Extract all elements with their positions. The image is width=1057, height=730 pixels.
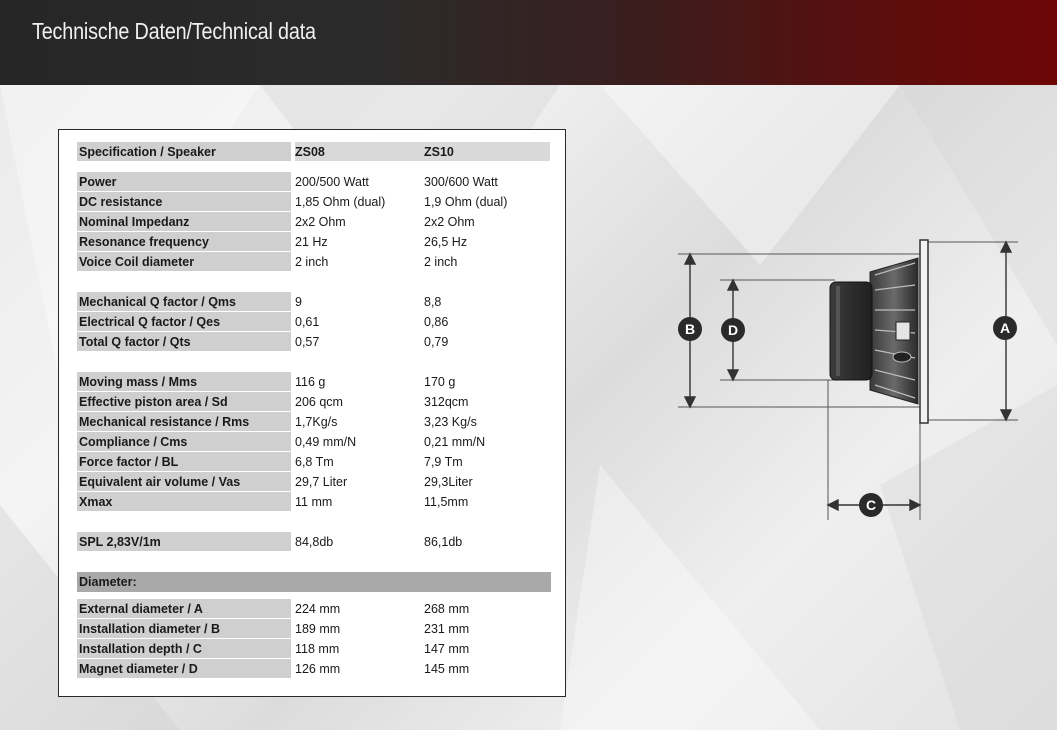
row-value-zs10: 231 mm <box>424 622 470 636</box>
column-header-spec: Specification / Speaker <box>77 142 291 161</box>
diameter-heading: Diameter: <box>77 572 551 592</box>
row-value-zs08: 2x2 Ohm <box>295 215 346 229</box>
row-label: Mechanical Q factor / Qms <box>77 292 291 311</box>
row-label: Moving mass / Mms <box>77 372 291 391</box>
row-label: Magnet diameter / D <box>77 659 291 678</box>
row-value-zs08: 1,85 Ohm (dual) <box>295 195 386 209</box>
row-label: Total Q factor / Qts <box>77 332 291 351</box>
page-title: Technische Daten/Technical data <box>32 18 316 44</box>
row-value-zs10: 0,79 <box>424 335 449 349</box>
marker-d: D <box>721 318 745 342</box>
row-value-zs08: 189 mm <box>295 622 341 636</box>
speaker-drawing <box>829 239 929 424</box>
row-label: Xmax <box>77 492 291 511</box>
row-value-zs10: 0,86 <box>424 315 449 329</box>
row-label: Nominal Impedanz <box>77 212 291 231</box>
row-value-zs08: 0,57 <box>295 335 320 349</box>
row-label: Electrical Q factor / Qes <box>77 312 291 331</box>
row-value-zs08: 11 mm <box>295 495 333 509</box>
row-value-zs10: 312qcm <box>424 395 469 409</box>
spec-table: Specification / Speaker ZS08 ZS10 Power … <box>58 129 566 697</box>
row-value-zs08: 21 Hz <box>295 235 328 249</box>
row-label: SPL 2,83V/1m <box>77 532 291 551</box>
column-header-zs10: ZS10 <box>424 142 550 161</box>
row-value-zs10: 29,3Liter <box>424 475 473 489</box>
row-value-zs10: 2x2 Ohm <box>424 215 475 229</box>
row-value-zs08: 2 inch <box>295 255 329 269</box>
row-label: Installation diameter / B <box>77 619 291 638</box>
row-label: Power <box>77 172 291 191</box>
svg-text:A: A <box>1000 320 1010 336</box>
marker-a: A <box>993 316 1017 340</box>
header-bar: Technische Daten/Technical data <box>0 0 1057 85</box>
row-value-zs10: 26,5 Hz <box>424 235 468 249</box>
row-value-zs10: 145 mm <box>424 662 470 676</box>
row-value-zs10: 3,23 Kg/s <box>424 415 477 429</box>
row-value-zs08: 206 qcm <box>295 395 343 409</box>
row-label: Installation depth / C <box>77 639 291 658</box>
row-value-zs10: 7,9 Tm <box>424 455 463 469</box>
row-value-zs08: 9 <box>295 295 302 309</box>
marker-b: B <box>678 317 702 341</box>
svg-text:C: C <box>866 497 876 513</box>
row-value-zs08: 84,8db <box>295 535 334 549</box>
row-label: Equivalent air volume / Vas <box>77 472 291 491</box>
row-value-zs08: 116 g <box>295 375 326 389</box>
row-value-zs10: 0,21 mm/N <box>424 435 486 449</box>
row-value-zs08: 6,8 Tm <box>295 455 334 469</box>
row-value-zs08: 200/500 Watt <box>295 175 369 189</box>
column-header-zs08: ZS08 <box>295 142 425 161</box>
row-value-zs08: 118 mm <box>295 642 340 656</box>
row-value-zs08: 0,61 <box>295 315 320 329</box>
row-value-zs10: 2 inch <box>424 255 458 269</box>
row-value-zs10: 268 mm <box>424 602 470 616</box>
row-value-zs08: 224 mm <box>295 602 341 616</box>
row-value-zs10: 86,1db <box>424 535 463 549</box>
row-value-zs08: 1,7Kg/s <box>295 415 338 429</box>
svg-text:B: B <box>685 321 695 337</box>
row-label: Effective piston area / Sd <box>77 392 291 411</box>
row-label: DC resistance <box>77 192 291 211</box>
svg-text:D: D <box>728 322 738 338</box>
row-value-zs08: 29,7 Liter <box>295 475 348 489</box>
speaker-dimension-diagram: B D A C <box>678 239 1018 520</box>
row-label: Mechanical resistance / Rms <box>77 412 291 431</box>
row-value-zs08: 126 mm <box>295 662 341 676</box>
row-value-zs10: 170 g <box>424 375 456 389</box>
marker-c: C <box>859 493 883 517</box>
row-value-zs08: 0,49 mm/N <box>295 435 357 449</box>
row-value-zs10: 147 mm <box>424 642 470 656</box>
row-label: Force factor / BL <box>77 452 291 471</box>
row-value-zs10: 300/600 Watt <box>424 175 498 189</box>
row-label: Resonance frequency <box>77 232 291 251</box>
row-label: External diameter / A <box>77 599 291 618</box>
row-label: Compliance / Cms <box>77 432 291 451</box>
row-value-zs10: 1,9 Ohm (dual) <box>424 195 508 209</box>
row-value-zs10: 11,5mm <box>424 495 469 509</box>
row-label: Voice Coil diameter <box>77 252 291 271</box>
row-value-zs10: 8,8 <box>424 295 442 309</box>
